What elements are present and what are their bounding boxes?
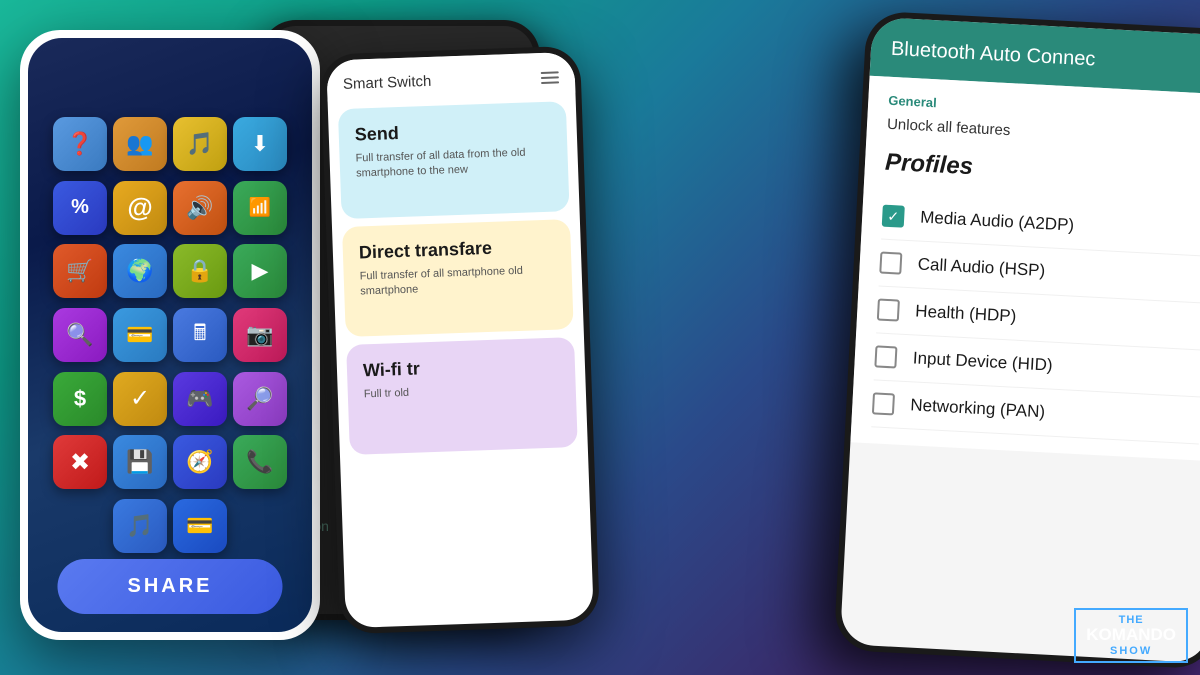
share-button[interactable]: SHARE (57, 559, 282, 614)
calculator-icon[interactable]: 🖩 (173, 308, 227, 362)
browser-icon[interactable]: 🌍 (113, 244, 167, 298)
discount-icon[interactable]: % (53, 181, 107, 235)
check-icon[interactable]: ✓ (113, 372, 167, 426)
watermark-show: SHOW (1086, 645, 1176, 657)
wifi-transfer-title: Wi-fi tr (363, 354, 560, 382)
rss-icon[interactable]: 📶 (233, 181, 287, 235)
profile-checkbox-media-audio[interactable]: ✓ (882, 205, 905, 228)
send-card-title: Send (354, 118, 551, 146)
phone-call-icon[interactable]: 📞 (233, 435, 287, 489)
bluetooth-screen: Bluetooth Auto Connec General Unlock all… (840, 17, 1200, 663)
phone-left-screen: ❓ 👥 🎵 ⬇ % @ 🔊 📶 🛒 🌍 🔒 ▶ 🔍 💳 🖩 📷 $ ✓ 🎮 � (28, 38, 312, 632)
bluetooth-title: Bluetooth Auto Connec (890, 38, 1200, 78)
hamburger-menu-icon[interactable] (541, 71, 559, 84)
wifi-transfer-desc: Full tr old (364, 381, 560, 403)
profile-checkbox-input-device[interactable] (874, 345, 897, 368)
compass-icon[interactable]: 🧭 (173, 435, 227, 489)
direct-transfer-card[interactable]: Direct transfare Full transfer of all sm… (342, 219, 574, 337)
profile-name-media-audio: Media Audio (A2DP) (920, 208, 1075, 236)
music2-icon[interactable]: 🎵 (113, 499, 167, 553)
contacts-icon[interactable]: 👥 (113, 117, 167, 171)
smart-switch-screen: Smart Switch Send Full transfer of all d… (326, 52, 594, 628)
bluetooth-content: General Unlock all features Profiles ✓ M… (850, 76, 1200, 462)
music-icon[interactable]: 🎵 (173, 117, 227, 171)
profiles-title: Profiles (884, 149, 1200, 194)
smart-switch-header: Smart Switch (326, 52, 575, 102)
save-icon[interactable]: 💾 (113, 435, 167, 489)
close-app-icon[interactable]: ✖ (53, 435, 107, 489)
profile-name-input-device: Input Device (HID) (912, 348, 1053, 375)
profile-checkbox-networking[interactable] (872, 392, 895, 415)
phone-left: ❓ 👥 🎵 ⬇ % @ 🔊 📶 🛒 🌍 🔒 ▶ 🔍 💳 🖩 📷 $ ✓ 🎮 � (20, 30, 320, 640)
email-icon[interactable]: @ (113, 181, 167, 235)
send-card[interactable]: Send Full transfer of all data from the … (338, 101, 570, 219)
magnify-icon[interactable]: 🔎 (233, 372, 287, 426)
download-icon[interactable]: ⬇ (233, 117, 287, 171)
wifi-transfer-card[interactable]: Wi-fi tr Full tr old (346, 337, 578, 455)
games-icon[interactable]: 🎮 (173, 372, 227, 426)
profile-name-health: Health (HDP) (915, 301, 1017, 326)
volume-icon[interactable]: 🔊 (173, 181, 227, 235)
profile-checkbox-call-audio[interactable] (879, 252, 902, 275)
phone-right: Bluetooth Auto Connec General Unlock all… (834, 10, 1200, 669)
watermark: THE KOMANDO SHOW (1074, 608, 1188, 663)
search-app-icon[interactable]: 🔍 (53, 308, 107, 362)
shopping-icon[interactable]: 🛒 (53, 244, 107, 298)
phone-middle: Smart Switch Send Full transfer of all d… (320, 46, 600, 635)
camera-icon[interactable]: 📷 (233, 308, 287, 362)
smart-switch-title: Smart Switch (343, 73, 432, 93)
play-icon[interactable]: ▶ (233, 244, 287, 298)
help-icon[interactable]: ❓ (53, 117, 107, 171)
profile-name-networking: Networking (PAN) (910, 395, 1046, 422)
money-icon[interactable]: $ (53, 372, 107, 426)
send-card-desc: Full transfer of all data from the old s… (355, 145, 552, 183)
wallet-icon[interactable]: 💳 (173, 499, 227, 553)
direct-transfer-desc: Full transfer of all smartphone old smar… (359, 263, 556, 301)
profile-checkbox-health[interactable] (877, 298, 900, 321)
card-icon[interactable]: 💳 (113, 308, 167, 362)
watermark-komando: KOMANDO (1086, 626, 1176, 645)
lock-icon[interactable]: 🔒 (173, 244, 227, 298)
direct-transfer-title: Direct transfare (359, 236, 556, 264)
app-icons-container: ❓ 👥 🎵 ⬇ % @ 🔊 📶 🛒 🌍 🔒 ▶ 🔍 💳 🖩 📷 $ ✓ 🎮 � (40, 105, 300, 565)
profile-name-call-audio: Call Audio (HSP) (917, 255, 1045, 282)
